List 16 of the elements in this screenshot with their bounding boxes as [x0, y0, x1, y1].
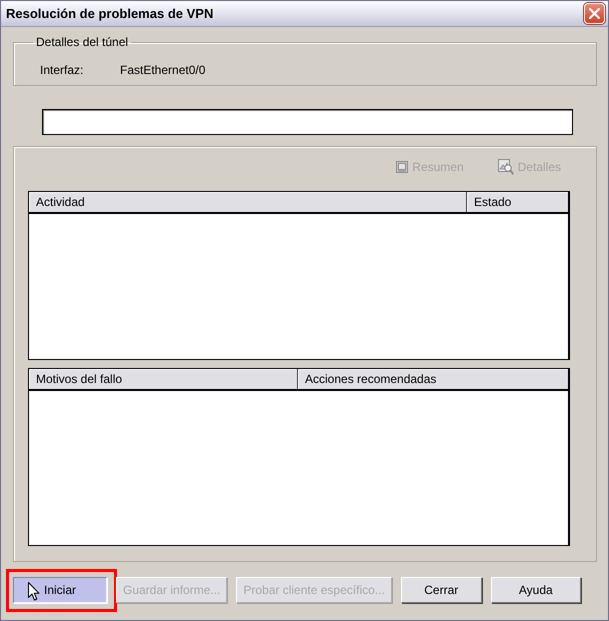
dialog-button[interactable]: Iniciar — [13, 577, 107, 603]
column-header[interactable]: Actividad — [29, 192, 467, 212]
column-header[interactable]: Acciones recomendadas — [298, 369, 568, 389]
column-header[interactable]: Motivos del fallo — [29, 369, 298, 389]
magnifier-document-icon — [498, 159, 514, 175]
group-title: Detalles del túnel — [35, 35, 130, 49]
cursor-icon — [28, 582, 40, 601]
field-value: FastEthernet0/0 — [120, 63, 206, 77]
column-header[interactable]: Estado — [467, 192, 568, 212]
window-title: Resolución de problemas de VPN — [6, 6, 214, 22]
dialog-button[interactable]: Ayuda — [490, 577, 581, 603]
window-icon — [396, 161, 408, 173]
close-button[interactable] — [584, 3, 605, 24]
dialog-button[interactable]: Cerrar — [400, 577, 482, 603]
close-icon — [588, 7, 601, 20]
field-label: Interfaz: — [40, 63, 84, 77]
